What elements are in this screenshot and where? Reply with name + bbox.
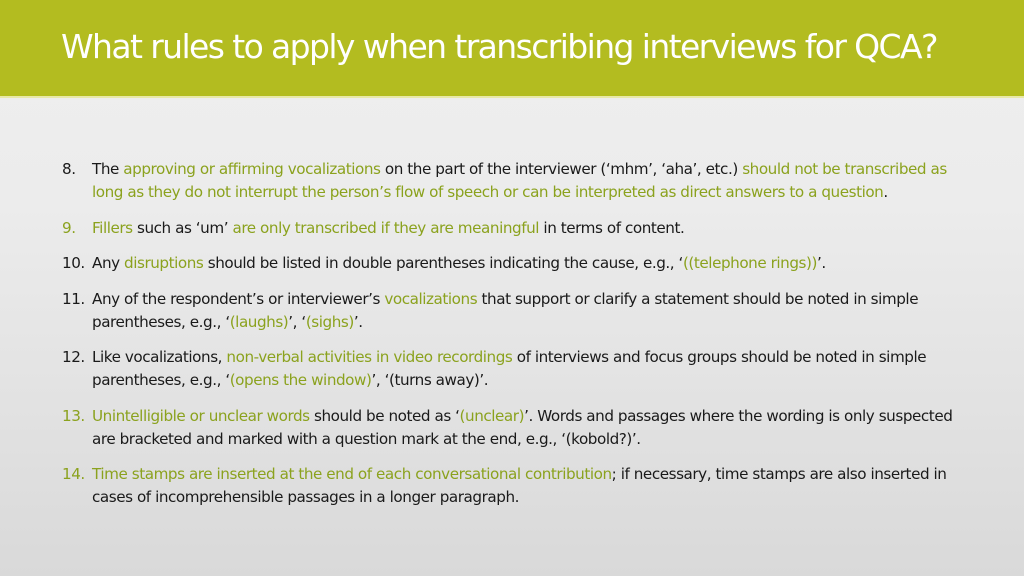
- text-segment: ’.: [816, 254, 826, 272]
- text-segment: in terms of content.: [539, 218, 685, 237]
- rule-text: Fillers such as ‘um’ are only transcribe…: [92, 218, 685, 237]
- rule-text: Any of the respondent’s or interviewer’s…: [92, 289, 919, 331]
- text-segment: on the part of the interviewer (‘mhm’, ‘…: [380, 160, 743, 178]
- rule-item: 14. Time stamps are inserted at the end …: [62, 463, 962, 509]
- highlighted-text-segment: (sighs): [305, 312, 354, 331]
- text-segment: .: [883, 183, 888, 201]
- rule-text: Like vocalizations, non-verbal activitie…: [92, 348, 927, 389]
- text-segment: The: [92, 160, 124, 178]
- rule-item: 13. Unintelligible or unclear words shou…: [62, 405, 962, 451]
- rules-list: 8. The approving or affirming vocalizati…: [62, 158, 962, 522]
- highlighted-text-segment: non-verbal activities in video recording…: [226, 348, 513, 366]
- rule-number: 11.: [62, 289, 85, 308]
- highlighted-text-segment: Time stamps are inserted at the end of e…: [92, 465, 612, 483]
- rule-item: 12. Like vocalizations, non-verbal activ…: [62, 346, 962, 392]
- slide-title: What rules to apply when transcribing in…: [61, 27, 938, 66]
- text-segment: should be listed in double parentheses i…: [203, 254, 684, 272]
- rule-number: 9.: [62, 218, 76, 237]
- rule-text: Any disruptions should be listed in doub…: [92, 254, 826, 272]
- text-segment: ’, ‘(turns away)’.: [371, 371, 489, 389]
- highlighted-text-segment: vocalizations: [384, 289, 478, 308]
- highlighted-text-segment: (unclear): [459, 406, 525, 425]
- highlighted-text-segment: Unintelligible or unclear words: [92, 406, 310, 425]
- rule-text: The approving or affirming vocalizations…: [92, 160, 947, 201]
- text-segment: Any: [92, 254, 125, 272]
- text-segment: such as ‘um’: [132, 218, 233, 237]
- text-segment: Like vocalizations,: [92, 348, 227, 366]
- highlighted-text-segment: are only transcribed if they are meaning…: [232, 218, 540, 237]
- rule-number: 10.: [62, 254, 85, 272]
- highlighted-text-segment: Fillers: [92, 218, 133, 237]
- rule-number: 14.: [62, 465, 85, 483]
- text-segment: ’.: [353, 312, 363, 331]
- rule-text: Time stamps are inserted at the end of e…: [92, 465, 947, 506]
- rule-item: 9. Fillers such as ‘um’ are only transcr…: [62, 217, 962, 240]
- highlighted-text-segment: (laughs): [229, 312, 289, 331]
- rule-text: Unintelligible or unclear words should b…: [92, 406, 953, 448]
- rule-item: 10. Any disruptions should be listed in …: [62, 252, 962, 275]
- text-segment: should be noted as ‘: [309, 406, 460, 425]
- rule-number: 12.: [62, 348, 85, 366]
- highlighted-text-segment: approving or affirming vocalizations: [123, 160, 381, 178]
- rule-number: 8.: [62, 160, 76, 178]
- text-segment: Any of the respondent’s or interviewer’s: [92, 289, 385, 308]
- rule-item: 8. The approving or affirming vocalizati…: [62, 158, 962, 204]
- text-segment: ’, ‘: [288, 312, 306, 331]
- rule-item: 11. Any of the respondent’s or interview…: [62, 288, 962, 334]
- rule-number: 13.: [62, 406, 85, 425]
- title-bar: What rules to apply when transcribing in…: [0, 0, 1024, 98]
- highlighted-text-segment: disruptions: [124, 254, 204, 272]
- highlighted-text-segment: (opens the window): [229, 371, 372, 389]
- highlighted-text-segment: ((telephone rings)): [682, 254, 817, 272]
